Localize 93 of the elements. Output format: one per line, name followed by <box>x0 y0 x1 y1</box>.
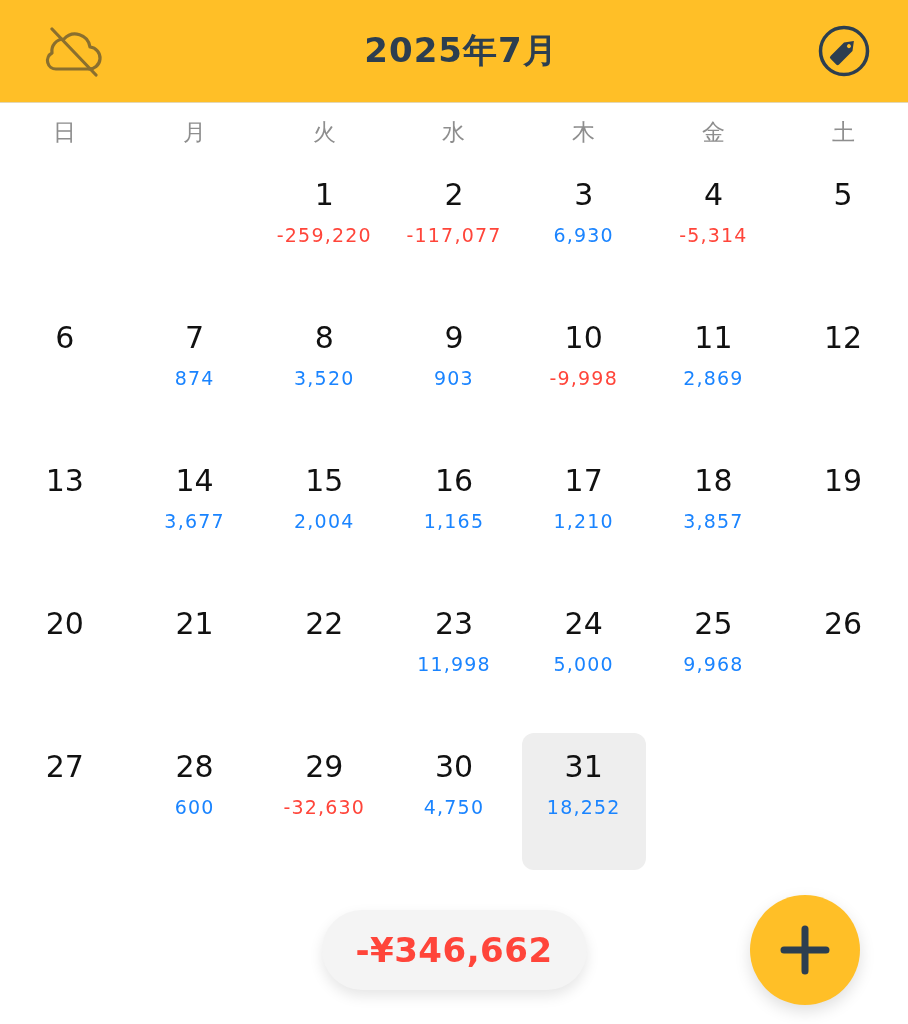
day-cell[interactable]: 10 -9,998 <box>521 304 646 441</box>
day-number: 29 <box>305 749 344 785</box>
day-cell[interactable]: 13 <box>3 447 127 584</box>
day-amount: 6,930 <box>553 223 614 247</box>
day-cell[interactable]: 4 -5,314 <box>651 161 776 298</box>
day-cell[interactable]: 29 -32,630 <box>262 733 387 870</box>
day-number: 4 <box>703 177 723 213</box>
total-amount: -¥346,662 <box>355 930 553 970</box>
day-amount: 4,750 <box>423 795 485 819</box>
tag-icon[interactable] <box>818 25 870 77</box>
day-number: 8 <box>314 320 334 356</box>
day-cell[interactable]: 8 3,520 <box>262 304 387 441</box>
day-amount: 3,520 <box>294 366 355 390</box>
day-number: 6 <box>55 320 75 356</box>
weekday-label: 月 <box>182 117 208 147</box>
day-number: 17 <box>564 463 603 499</box>
day-cell[interactable]: 7 874 <box>132 304 257 441</box>
day-cell[interactable]: 6 <box>3 304 127 441</box>
weekday-label: 水 <box>441 117 467 147</box>
day-amount: 9,968 <box>683 652 744 676</box>
day-amount: -259,220 <box>276 223 372 247</box>
weekday-label: 金 <box>700 117 726 147</box>
day-cell[interactable]: 26 <box>781 590 905 727</box>
day-number: 5 <box>833 177 853 213</box>
weekday-label: 日 <box>52 117 78 147</box>
day-cell[interactable]: 25 9,968 <box>651 590 776 727</box>
day-number: 31 <box>564 749 603 785</box>
day-number: 2 <box>444 177 464 213</box>
weekday-label: 火 <box>311 117 337 147</box>
day-number: 14 <box>175 463 214 499</box>
day-number: 18 <box>694 463 733 499</box>
day-cell[interactable]: 23 11,998 <box>392 590 516 727</box>
day-amount: -117,077 <box>406 223 502 247</box>
day-amount: 2,869 <box>683 366 744 390</box>
day-cell[interactable]: 28 600 <box>132 733 257 870</box>
day-cell[interactable]: 31 18,252 <box>521 733 646 870</box>
day-number: 20 <box>45 606 84 642</box>
day-cell[interactable]: 27 <box>3 733 127 870</box>
day-cell[interactable]: 16 1,165 <box>392 447 516 584</box>
day-number: 28 <box>175 749 214 785</box>
day-number: 12 <box>824 320 863 356</box>
day-amount: 1,165 <box>423 509 485 533</box>
day-number: 19 <box>824 463 863 499</box>
day-number: 15 <box>305 463 344 499</box>
day-amount: 903 <box>434 366 474 390</box>
day-amount: -5,314 <box>679 223 748 247</box>
day-number: 24 <box>564 606 603 642</box>
day-number: 7 <box>185 320 205 356</box>
day-cell[interactable]: 12 <box>781 304 905 441</box>
day-amount: 3,677 <box>164 509 225 533</box>
day-number: 21 <box>175 606 214 642</box>
day-cell[interactable]: 14 3,677 <box>132 447 257 584</box>
day-number: 1 <box>314 177 334 213</box>
day-cell[interactable]: 15 2,004 <box>262 447 387 584</box>
day-number: 16 <box>434 463 474 499</box>
day-amount: -9,998 <box>549 366 618 390</box>
day-number: 3 <box>574 177 594 213</box>
weekday-label: 木 <box>571 117 597 147</box>
day-cell[interactable]: 20 <box>3 590 127 727</box>
day-cell[interactable]: 11 2,869 <box>651 304 776 441</box>
day-amount: 18,252 <box>546 795 621 819</box>
day-amount: -32,630 <box>283 795 366 819</box>
day-number: 25 <box>694 606 733 642</box>
day-amount: 5,000 <box>553 652 614 676</box>
day-number: 26 <box>824 606 863 642</box>
day-number: 27 <box>45 749 84 785</box>
day-number: 9 <box>444 320 464 356</box>
day-amount: 1,210 <box>553 509 614 533</box>
day-cell[interactable]: 18 3,857 <box>651 447 776 584</box>
day-cell[interactable]: 9 903 <box>392 304 516 441</box>
day-amount: 3,857 <box>683 509 744 533</box>
day-cell[interactable]: 24 5,000 <box>521 590 646 727</box>
day-cell[interactable]: 30 4,750 <box>392 733 516 870</box>
day-cell[interactable]: 2 -117,077 <box>392 161 516 298</box>
day-amount: 874 <box>174 366 215 390</box>
day-number: 11 <box>694 320 733 356</box>
day-number: 23 <box>434 606 474 642</box>
day-cell[interactable]: 5 <box>781 161 905 298</box>
day-amount: 2,004 <box>294 509 355 533</box>
day-cell[interactable]: 19 <box>781 447 905 584</box>
weekday-label: 土 <box>830 117 856 147</box>
day-number: 30 <box>434 749 474 785</box>
day-cell[interactable]: 1 -259,220 <box>262 161 387 298</box>
day-cell[interactable]: 3 6,930 <box>521 161 646 298</box>
day-number: 10 <box>564 320 603 356</box>
month-title: 2025年7月 <box>364 29 558 72</box>
day-number: 22 <box>305 606 344 642</box>
day-cell[interactable]: 21 <box>132 590 257 727</box>
day-cell[interactable]: 17 1,210 <box>521 447 646 584</box>
day-number: 13 <box>45 463 84 499</box>
day-amount: 11,998 <box>417 652 491 676</box>
day-amount: 600 <box>174 795 215 819</box>
day-cell[interactable]: 22 <box>262 590 387 727</box>
